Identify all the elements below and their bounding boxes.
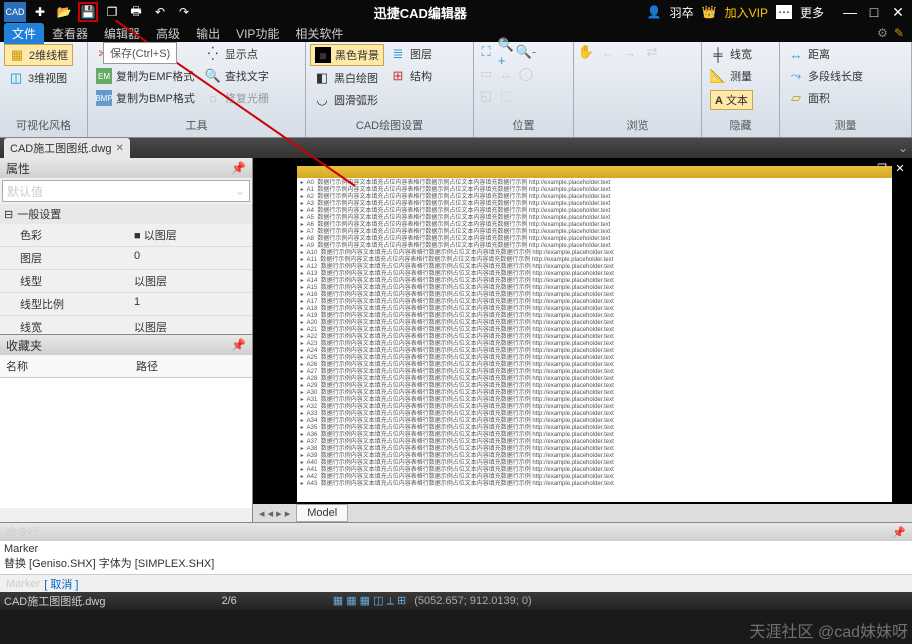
nav-right-icon[interactable]: → xyxy=(622,44,638,60)
app-icon: CAD xyxy=(4,2,26,22)
group-visual-style: 可视化风格 xyxy=(4,115,83,135)
group-tools: 工具 xyxy=(92,115,301,135)
viewport-close-icon[interactable]: ✕ xyxy=(892,162,908,178)
save-tooltip: 保存(Ctrl+S) xyxy=(103,42,177,64)
vip-button[interactable]: 加入VIP xyxy=(725,4,768,21)
measure-button[interactable]: 📐测量 xyxy=(706,66,757,86)
user-name: 羽卒 xyxy=(670,4,694,21)
fav-col-name[interactable]: 名称 xyxy=(0,355,130,377)
menu-file[interactable]: 文件 xyxy=(4,23,44,44)
pin-icon-fav[interactable]: 📌 xyxy=(231,338,246,352)
prop-row-layer[interactable]: 图层0 xyxy=(0,247,252,270)
polyline-len-button[interactable]: ⤳多段线长度 xyxy=(784,66,867,86)
menu-related[interactable]: 相关软件 xyxy=(287,23,351,44)
nav-double-icon[interactable]: ⇄ xyxy=(644,44,660,60)
group-cad-settings: CAD绘图设置 xyxy=(310,115,469,135)
cancel-button[interactable]: [ 取消 ] xyxy=(44,576,78,592)
distance-button[interactable]: ↔距离 xyxy=(784,44,867,64)
bw-draw-button[interactable]: ◧黑白绘图 xyxy=(310,68,384,88)
new-icon[interactable]: ✚ xyxy=(30,2,50,22)
expand-tabs-icon[interactable]: ⌄ xyxy=(898,141,908,155)
menu-advanced[interactable]: 高级 xyxy=(148,23,188,44)
app-title: 迅捷CAD编辑器 xyxy=(194,3,647,22)
crown-icon: 👑 xyxy=(702,5,717,19)
redo-icon[interactable]: ↷ xyxy=(174,2,194,22)
copy-icon[interactable]: ❐ xyxy=(102,2,122,22)
save-icon[interactable]: 💾 xyxy=(78,2,98,22)
area-button[interactable]: ▱面积 xyxy=(784,88,867,108)
menu-vip[interactable]: VIP功能 xyxy=(228,23,287,44)
zoom-prev-icon[interactable]: ◯ xyxy=(518,66,534,82)
zoom-extents-icon[interactable]: ⛶ xyxy=(478,44,494,60)
layers-button[interactable]: ≣图层 xyxy=(386,44,436,64)
pin-icon[interactable]: 📌 xyxy=(231,161,246,175)
group-position: 位置 xyxy=(478,115,569,135)
zoom-in-icon[interactable]: 🔍+ xyxy=(498,44,514,60)
favorites-panel-header: 收藏夹 📌 xyxy=(0,335,252,355)
user-icon[interactable]: 👤 xyxy=(647,5,662,19)
gear-icon[interactable]: ⚙ xyxy=(877,26,888,40)
prop-row-linetype[interactable]: 线型以图层 xyxy=(0,270,252,293)
black-bg-button[interactable]: ■黑色背景 xyxy=(310,44,384,66)
maximize-button[interactable]: □ xyxy=(864,2,884,22)
document-tab[interactable]: CAD施工图图纸.dwg ✕ xyxy=(4,138,130,158)
lineweight-button[interactable]: ╪线宽 xyxy=(706,44,757,64)
general-settings-section[interactable]: ⊟一般设置 xyxy=(0,204,252,224)
properties-panel-header: 属性 📌 xyxy=(0,158,252,178)
pos-icon2[interactable]: ⬚ xyxy=(498,88,514,104)
3d-view-button[interactable]: ◫3维视图 xyxy=(4,68,73,88)
pin-icon-cmd[interactable]: 📌 xyxy=(892,526,906,539)
status-pages: 2/6 xyxy=(221,595,236,607)
minimize-button[interactable]: — xyxy=(840,2,860,22)
zoom-out-icon[interactable]: 🔍- xyxy=(518,44,534,60)
group-hide: 隐藏 xyxy=(706,115,775,135)
status-mode-icons[interactable]: ▦ ▦ ▦ ◫ ⟂ ⊞ xyxy=(333,594,406,608)
model-nav-icons[interactable]: ◂ ◂ ▸ ▸ xyxy=(253,507,296,520)
menu-viewer[interactable]: 查看器 xyxy=(44,23,96,44)
close-tab-icon[interactable]: ✕ xyxy=(115,143,123,154)
command-input-row[interactable]: Marker [ 取消 ] xyxy=(0,574,912,592)
find-text-button[interactable]: 🔍查找文字 xyxy=(201,66,273,86)
command-line-header: 命令行 📌 xyxy=(0,523,912,541)
nav-left-icon[interactable]: ← xyxy=(600,44,616,60)
text-button[interactable]: A 文本 xyxy=(706,88,757,112)
copy-bmp-button[interactable]: BMP复制为BMP格式 xyxy=(92,88,199,108)
status-filename: CAD施工图图纸.dwg xyxy=(4,593,105,609)
more-label[interactable]: 更多 xyxy=(800,4,824,21)
menu-output[interactable]: 输出 xyxy=(188,23,228,44)
print-icon[interactable]: 🖶 xyxy=(126,2,146,22)
default-value-select[interactable]: 默认值 xyxy=(2,180,250,202)
favorites-list xyxy=(0,378,252,508)
group-measure: 测量 xyxy=(784,115,907,135)
prop-row-lineweight[interactable]: 线宽以图层 xyxy=(0,316,252,334)
menu-editor[interactable]: 编辑器 xyxy=(96,23,148,44)
document-tab-label: CAD施工图图纸.dwg xyxy=(10,140,111,156)
more-icon[interactable]: ⋯ xyxy=(776,5,792,19)
model-tab[interactable]: Model xyxy=(296,504,348,522)
close-button[interactable]: ✕ xyxy=(888,2,908,22)
2d-wireframe-button[interactable]: ▦2维线框 xyxy=(4,44,73,66)
prop-row-color[interactable]: 色彩■ 以图层 xyxy=(0,224,252,247)
zoom-window-icon[interactable]: ▭ xyxy=(478,66,494,82)
smooth-arc-button[interactable]: ◡圆滑弧形 xyxy=(310,90,384,110)
undo-icon[interactable]: ↶ xyxy=(150,2,170,22)
prop-row-ltscale[interactable]: 线型比例1 xyxy=(0,293,252,316)
hand-icon[interactable]: ✋ xyxy=(578,44,594,60)
show-points-button[interactable]: ⁛显示点 xyxy=(201,44,273,64)
structure-button[interactable]: ⊞结构 xyxy=(386,66,436,86)
watermark: 天涯社区 @cad妹妹呀 xyxy=(750,618,909,642)
copy-emf-button[interactable]: EM复制为EMF格式 xyxy=(92,66,199,86)
fix-raster-button[interactable]: ◌修复光栅 xyxy=(201,88,273,108)
command-history: Marker 替换 [Geniso.SHX] 字体为 [SIMPLEX.SHX] xyxy=(0,541,912,574)
fav-col-path[interactable]: 路径 xyxy=(130,355,164,377)
pencil-icon[interactable]: ✎ xyxy=(894,26,904,40)
open-icon[interactable]: 📂 xyxy=(54,2,74,22)
pan-icon[interactable]: ↔ xyxy=(498,66,514,82)
drawing-viewport[interactable]: ▸ A0 数据行示例内容文本填充占位内容表格行数据示例占位文本内容填充数据行示例… xyxy=(297,166,892,502)
pos-icon1[interactable]: ◱ xyxy=(478,88,494,104)
status-coords: (5052.657; 912.0139; 0) xyxy=(414,595,531,607)
group-browse: 浏览 xyxy=(578,115,697,135)
